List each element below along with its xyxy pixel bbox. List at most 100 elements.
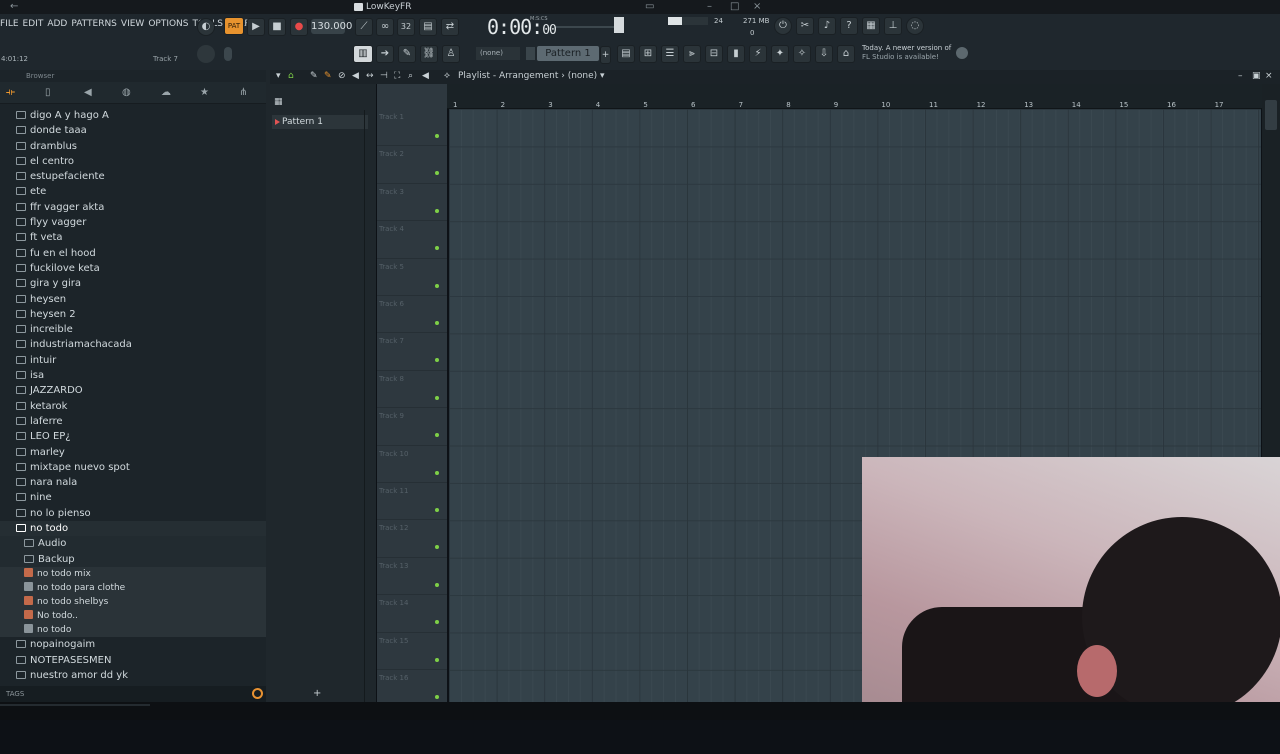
browser-file[interactable]: no todo shelbys [0, 595, 266, 610]
window-restore-icon[interactable]: ▭ [645, 1, 654, 12]
browser-folder[interactable]: estupefaciente [0, 169, 266, 184]
news-panel[interactable]: Today. A newer version of FL Studio is av… [862, 44, 951, 62]
browser-folder[interactable]: fu en el hood [0, 246, 266, 261]
track-header[interactable]: Track 15 [377, 633, 447, 670]
mute-led-icon[interactable] [435, 283, 439, 288]
master-pitch-slider[interactable] [556, 26, 614, 28]
mute-led-icon[interactable] [435, 582, 439, 587]
browser-folder[interactable]: Backup [0, 551, 266, 567]
mute-led-icon[interactable] [435, 395, 439, 400]
menu-item-edit[interactable]: EDIT [23, 19, 44, 29]
minimize-icon[interactable]: – [707, 1, 712, 12]
draw-tool-icon[interactable]: ✎ [310, 71, 318, 81]
browser-folder[interactable]: ketarok [0, 399, 266, 414]
help-icon[interactable]: ? [840, 17, 858, 35]
record-button[interactable]: ● [290, 18, 308, 36]
track-header[interactable]: Track 2 [377, 146, 447, 184]
loop-record-icon[interactable]: ∞ [376, 18, 394, 36]
track-header[interactable]: Track 4 [377, 221, 447, 259]
all-tab-icon[interactable]: ⟛ [6, 87, 15, 98]
link-icon[interactable]: ⛓ [420, 45, 438, 63]
wand-icon[interactable]: ✧ [793, 45, 811, 63]
browser-folder[interactable]: el centro [0, 154, 266, 169]
browser-folder[interactable]: no lo pienso [0, 506, 266, 521]
mute-led-icon[interactable] [435, 508, 439, 512]
timeline-ruler[interactable]: 1 2 3 4 5 6 7 8 9 10 11 12 13 14 15 16 17 [447, 84, 1263, 109]
shop-icon[interactable]: ⌂ [837, 45, 855, 63]
playback-tool-icon[interactable]: ◀ [422, 71, 429, 81]
power-icon[interactable]: ⏻ [774, 17, 792, 35]
sliders-icon[interactable]: ⫸ [683, 45, 701, 63]
pat-mode-button[interactable]: PAT [224, 17, 244, 35]
chat-icon[interactable]: ◌ [906, 17, 924, 35]
browser-file[interactable]: no todo mix [0, 566, 266, 581]
microphone-icon[interactable]: ♪ [818, 17, 836, 35]
plugin-db-tab-icon[interactable]: ◍ [122, 87, 131, 98]
favorites-tab-icon[interactable]: ★ [200, 87, 209, 98]
browser-folder[interactable]: heysen 2 [0, 307, 266, 322]
mute-led-icon[interactable] [435, 657, 439, 662]
menu-item-patterns[interactable]: PATTERNS [71, 19, 117, 29]
playlist-close-icon[interactable]: × [1265, 71, 1273, 81]
track-header[interactable]: Track 1 [377, 109, 447, 147]
mute-led-icon[interactable] [435, 134, 439, 138]
maximize-icon[interactable]: □ [730, 1, 739, 12]
track-header[interactable]: Track 10 [377, 446, 447, 483]
browser-folder[interactable]: mixtape nuevo spot [0, 460, 266, 475]
browser-folder[interactable]: increible [0, 322, 266, 337]
browser-folder[interactable]: laferre [0, 414, 266, 429]
select-tool-icon[interactable]: ⛶ [394, 71, 400, 81]
track-header[interactable]: Track 13 [377, 558, 447, 596]
browser-folder[interactable]: flyy vagger [0, 215, 266, 230]
track-header[interactable]: Track 6 [377, 296, 447, 334]
slice-tool-icon[interactable]: ⊣ [380, 71, 388, 81]
mute-led-icon[interactable] [435, 470, 439, 475]
zoom-tool-icon[interactable]: ⌕ [408, 71, 413, 81]
project-icon[interactable]: ▮ [727, 45, 745, 63]
track-header[interactable]: Track 9 [377, 408, 447, 446]
plug-icon[interactable]: ⚡ [749, 45, 767, 63]
mute-led-icon[interactable] [435, 695, 439, 699]
browser-folder[interactable]: JAZZARDO [0, 383, 266, 398]
browser-folder[interactable]: fuckilove keta [0, 261, 266, 276]
track-header[interactable]: Track 7 [377, 333, 447, 371]
playlist-title[interactable]: Playlist - Arrangement › (none) ▾ [458, 71, 605, 81]
channel-rack-icon[interactable]: ⊞ [639, 45, 657, 63]
tree-tab-icon[interactable]: ⋔ [239, 87, 247, 98]
mute-led-icon[interactable] [435, 208, 439, 213]
plugin-icon[interactable]: ⊥ [884, 17, 902, 35]
browser-folder[interactable]: nara nala [0, 475, 266, 490]
mute-led-icon[interactable] [435, 246, 439, 251]
pattern-song-toggle[interactable]: ◐ [197, 18, 215, 36]
browser-folder[interactable]: nine [0, 490, 266, 505]
track-header[interactable]: Track 5 [377, 259, 447, 296]
browser-folder[interactable]: ffr vagger akta [0, 200, 266, 215]
browser-folder[interactable]: gira y gira [0, 276, 266, 291]
track-header[interactable]: Track 8 [377, 371, 447, 409]
browser-folder[interactable]: isa [0, 368, 266, 383]
track-header[interactable]: Track 14 [377, 595, 447, 633]
play-button[interactable]: ▶ [247, 18, 265, 36]
tempo-display[interactable]: 130.000 [311, 19, 352, 34]
track-header[interactable]: Track 3 [377, 184, 447, 222]
close-icon[interactable]: × [753, 1, 761, 12]
mouse-icon[interactable]: ✦ [771, 45, 789, 63]
step-edit-icon[interactable]: 32 [397, 18, 415, 36]
browser-icon[interactable]: ⊟ [705, 45, 723, 63]
piano-roll-icon[interactable]: ▥ [353, 45, 373, 63]
pattern-selector[interactable]: Pattern 1 [537, 46, 599, 61]
menu-item-file[interactable]: FILE [0, 19, 19, 29]
mute-led-icon[interactable] [435, 321, 439, 325]
pattern-toolbar-icon[interactable]: ▦ [274, 97, 283, 107]
browser-folder[interactable]: no todo [0, 521, 266, 537]
delete-tool-icon[interactable]: ⊘ [338, 71, 346, 81]
browser-folder[interactable]: LEO EP¿ [0, 429, 266, 444]
track-header[interactable]: Track 11 [377, 483, 447, 521]
browser-file[interactable]: no todo para clothe [0, 581, 266, 596]
browser-folder[interactable]: nopainogaim [0, 637, 266, 652]
mute-led-icon[interactable] [435, 433, 439, 438]
playlist-maximize-icon[interactable]: ▣ [1252, 71, 1261, 81]
master-volume-knob[interactable] [614, 17, 624, 33]
add-pattern-plus-icon[interactable]: + [313, 688, 321, 699]
back-icon[interactable]: ← [10, 1, 18, 12]
